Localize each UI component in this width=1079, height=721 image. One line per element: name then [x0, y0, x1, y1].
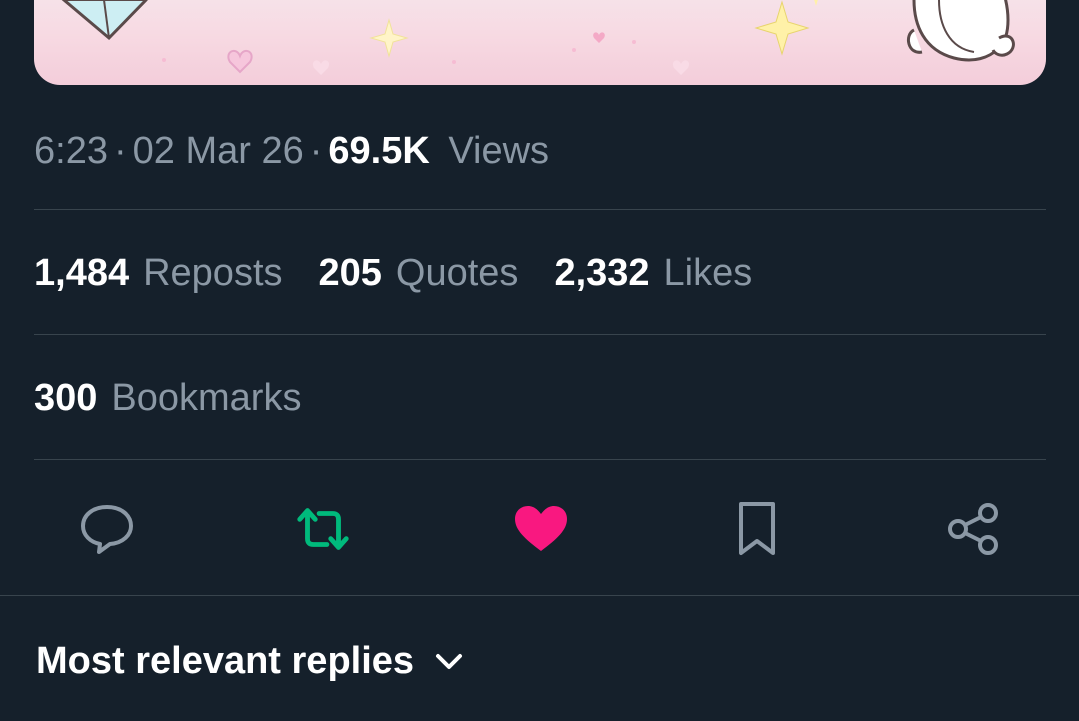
share-button[interactable]: [942, 498, 1004, 560]
views-label: Views: [448, 129, 550, 172]
meta-separator: ·: [309, 129, 323, 172]
bookmarks-stat[interactable]: 300 Bookmarks: [34, 377, 301, 420]
divider: [34, 459, 1046, 460]
share-icon: [948, 503, 998, 555]
repost-button[interactable]: [292, 498, 354, 560]
quotes-label: Quotes: [395, 252, 519, 294]
bookmark-icon: [739, 502, 775, 555]
bunny-illustration: [906, 0, 1015, 62]
bookmarks-label: Bookmarks: [111, 377, 302, 419]
reply-button[interactable]: [76, 498, 138, 560]
bookmarks-count: 300: [34, 377, 98, 419]
divider: [0, 595, 1079, 596]
likes-label: Likes: [663, 252, 753, 294]
divider: [34, 209, 1046, 210]
meta-separator: ·: [113, 129, 127, 172]
views-count: 69.5K: [328, 129, 430, 172]
bookmarks-stats-row: 300 Bookmarks: [34, 377, 337, 420]
likes-stat[interactable]: 2,332 Likes: [554, 252, 752, 295]
replies-sort-dropdown[interactable]: Most relevant replies: [36, 640, 464, 683]
post-detail-view: 6:23 · 02 Mar 26 · 69.5K Views 1,484 Rep…: [0, 0, 1079, 721]
post-action-bar: [0, 498, 1079, 560]
bookmark-button[interactable]: [726, 498, 788, 560]
post-time: 6:23: [34, 129, 108, 172]
quotes-stat[interactable]: 205 Quotes: [319, 252, 519, 295]
chevron-down-icon: [434, 652, 464, 672]
reposts-label: Reposts: [143, 252, 283, 294]
reply-icon: [81, 505, 133, 554]
reposts-count: 1,484: [34, 252, 130, 294]
diamond-illustration: [61, 0, 148, 41]
quotes-count: 205: [318, 252, 382, 294]
views-link[interactable]: 69.5K Views: [328, 130, 549, 173]
post-date: 02 Mar 26: [132, 129, 304, 172]
repost-icon: [297, 508, 349, 550]
post-media-image[interactable]: [34, 0, 1046, 85]
like-button[interactable]: [510, 498, 572, 560]
reposts-stat[interactable]: 1,484 Reposts: [34, 252, 283, 295]
replies-sort-label: Most relevant replies: [36, 640, 415, 682]
post-meta-row: 6:23 · 02 Mar 26 · 69.5K Views: [34, 128, 549, 174]
divider: [34, 334, 1046, 335]
heart-icon: [515, 506, 567, 551]
media-illustration: [61, 0, 1015, 75]
engagement-stats-row: 1,484 Reposts 205 Quotes 2,332 Likes: [34, 252, 788, 295]
likes-count: 2,332: [554, 252, 650, 294]
